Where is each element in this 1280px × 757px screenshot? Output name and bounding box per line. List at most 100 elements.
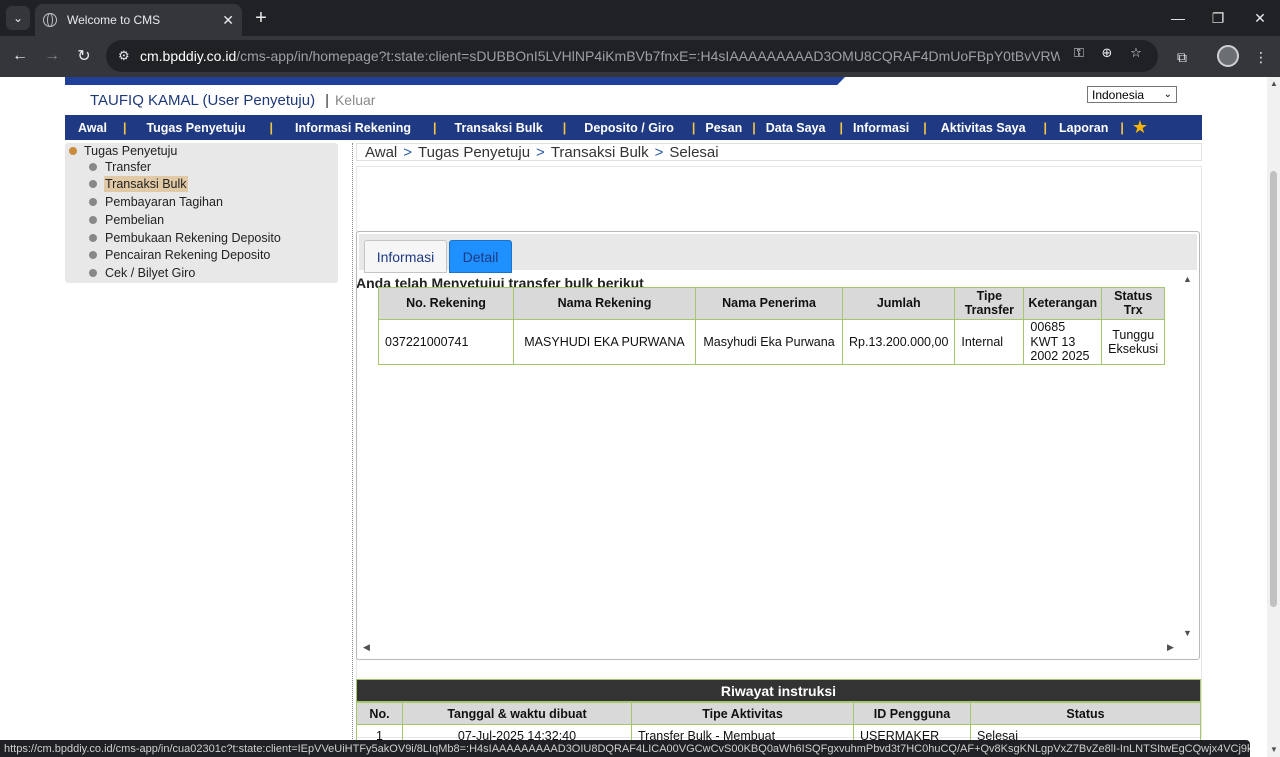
tab-title: Welcome to CMS: [67, 13, 161, 27]
site-info-icon[interactable]: ⚙: [118, 48, 138, 64]
tab-detail[interactable]: Detail: [449, 240, 512, 273]
bookmark-star-icon[interactable]: ☆: [1127, 44, 1145, 62]
tab-informasi[interactable]: Informasi: [364, 240, 447, 273]
forward-arrow-icon[interactable]: →: [40, 44, 64, 68]
profile-avatar[interactable]: [1217, 45, 1239, 67]
zoom-icon[interactable]: ⊕: [1098, 44, 1116, 62]
breadcrumb-separator: >: [654, 143, 664, 161]
column-header: Keterangan: [1023, 287, 1103, 320]
nav-item-aktivitas-saya[interactable]: Aktivitas Saya: [933, 121, 1038, 135]
sidebar-root-label: Tugas Penyetuju: [84, 144, 178, 158]
key-icon[interactable]: ⚿: [1070, 44, 1088, 62]
extensions-icon[interactable]: ⧉: [1171, 46, 1193, 68]
detail-horizontal-scrollbar[interactable]: ◀ ▶: [359, 640, 1179, 654]
tab-search-button[interactable]: ⌄: [6, 6, 30, 30]
browser-tab-active[interactable]: Welcome to CMS ✕: [35, 4, 242, 36]
language-select[interactable]: Indonesia ⌄: [1087, 86, 1177, 103]
scroll-left-icon[interactable]: ◀: [363, 642, 370, 653]
breadcrumb-separator: >: [536, 143, 545, 161]
nav-separator: |: [752, 120, 756, 135]
nav-separator: |: [122, 120, 127, 135]
menu-kebab-icon[interactable]: ⋮: [1250, 46, 1272, 68]
bullet-icon: [89, 269, 97, 277]
scroll-up-icon[interactable]: ▲: [1183, 274, 1192, 284]
column-header: Status: [970, 702, 1201, 725]
column-header: Nama Penerima: [695, 287, 843, 320]
cell-id-pengguna: USERMAKER: [853, 724, 971, 740]
star-icon[interactable]: ★: [1132, 117, 1148, 138]
sidebar-item-label: Pembelian: [105, 213, 165, 227]
reload-icon[interactable]: ↻: [72, 44, 96, 68]
column-header: Tipe Aktivitas: [631, 702, 854, 725]
breadcrumb-item-current: Selesai: [669, 143, 719, 161]
new-tab-button[interactable]: +: [250, 6, 272, 30]
scroll-up-icon[interactable]: ▲: [1270, 79, 1278, 88]
cell-tanggal: 07-Jul-2025 14:32:40: [402, 724, 632, 740]
breadcrumb-item[interactable]: Tugas Penyetuju: [418, 144, 530, 161]
nav-separator: |: [1120, 120, 1124, 135]
cell-status-trx: Tunggu Eksekusi: [1101, 319, 1166, 365]
table-row: 037221000741 MASYHUDI EKA PURWANA Masyhu…: [378, 319, 1166, 365]
nav-item-informasi[interactable]: Informasi: [849, 121, 917, 135]
nav-separator: |: [839, 120, 844, 135]
breadcrumb-separator: >: [403, 143, 413, 161]
sidebar-item-pembelian[interactable]: Pembelian: [89, 212, 165, 228]
sidebar: Tugas Penyetuju Transfer Transaksi Bulk …: [65, 143, 338, 283]
address-bar[interactable]: ⚙ cm.bpddiy.co.id/cms-app/in/homepage?t:…: [106, 40, 1158, 72]
sidebar-item-pembukaan-rekening-deposito[interactable]: Pembukaan Rekening Deposito: [89, 230, 282, 246]
close-window-button[interactable]: ✕: [1240, 0, 1280, 36]
nav-item-tugas-penyetuju[interactable]: Tugas Penyetuju: [132, 121, 263, 135]
scrollbar-thumb[interactable]: [1270, 171, 1277, 607]
nav-item-deposito-giro[interactable]: Deposito / Giro: [572, 121, 686, 135]
nav-item-laporan[interactable]: Laporan: [1053, 121, 1114, 135]
page-vertical-scrollbar[interactable]: ▲ ▼: [1267, 77, 1280, 757]
sidebar-item-transaksi-bulk[interactable]: Transaksi Bulk: [89, 176, 188, 192]
nav-item-data-saya[interactable]: Data Saya: [762, 121, 834, 135]
column-header: Tipe Transfer: [954, 287, 1025, 320]
cell-no-rekening: 037221000741: [378, 319, 514, 365]
nav-item-informasi-rekening[interactable]: Informasi Rekening: [279, 121, 427, 135]
nav-item-pesan[interactable]: Pesan: [701, 121, 746, 135]
sidebar-item-pencairan-rekening-deposito[interactable]: Pencairan Rekening Deposito: [89, 247, 271, 263]
breadcrumb-item[interactable]: Awal: [365, 144, 397, 161]
scroll-right-icon[interactable]: ▶: [1167, 642, 1174, 653]
bullet-icon: [89, 180, 97, 188]
column-header: Nama Rekening: [513, 287, 696, 320]
sidebar-root[interactable]: Tugas Penyetuju: [69, 144, 177, 158]
logout-link[interactable]: Keluar: [335, 92, 375, 108]
status-bar-url: https://cm.bpddiy.co.id/cms-app/in/cua02…: [0, 740, 1250, 757]
detail-vertical-scrollbar[interactable]: ▲ ▼: [1181, 274, 1193, 640]
breadcrumb: Awal > Tugas Penyetuju > Transaksi Bulk …: [356, 143, 1202, 161]
bullet-icon: [89, 216, 97, 224]
minimize-button[interactable]: —: [1158, 0, 1198, 36]
cell-no: 1: [356, 724, 403, 740]
sidebar-item-label: Pembukaan Rekening Deposito: [105, 231, 281, 245]
scroll-down-icon[interactable]: ▼: [1183, 628, 1192, 638]
back-arrow-icon[interactable]: ←: [8, 44, 32, 68]
user-info: TAUFIQ KAMAL (User Penyetuju) | Keluar: [90, 92, 375, 109]
sidebar-item-cek-bilyet-giro[interactable]: Cek / Bilyet Giro: [89, 265, 196, 281]
cell-jumlah: Rp.13.200.000,00: [841, 319, 956, 365]
breadcrumb-item[interactable]: Transaksi Bulk: [551, 144, 649, 161]
sidebar-item-transfer[interactable]: Transfer: [89, 159, 152, 175]
user-name: TAUFIQ KAMAL (User Penyetuju): [90, 92, 316, 109]
column-header: Jumlah: [841, 287, 956, 320]
scroll-down-icon[interactable]: ▼: [1270, 745, 1278, 754]
chevron-down-icon: ⌄: [1163, 89, 1172, 100]
nav-item-awal[interactable]: Awal: [65, 121, 117, 135]
user-separator: |: [325, 92, 329, 109]
cell-tipe-transfer: Internal: [954, 319, 1025, 365]
globe-icon: [43, 13, 57, 27]
nav-item-transaksi-bulk[interactable]: Transaksi Bulk: [443, 121, 557, 135]
column-header: No.: [356, 702, 403, 725]
main-nav: Awal | Tugas Penyetuju | Informasi Reken…: [65, 115, 1202, 140]
history-table: No. Tanggal & waktu dibuat Tipe Aktivita…: [356, 702, 1201, 740]
restore-button[interactable]: ❐: [1198, 0, 1238, 36]
bullet-icon: [89, 163, 97, 171]
history-title: Riwayat instruksi: [356, 679, 1201, 702]
sidebar-item-pembayaran-tagihan[interactable]: Pembayaran Tagihan: [89, 194, 224, 210]
close-tab-icon[interactable]: ✕: [222, 12, 234, 29]
tabs-panel: Informasi Detail No. Rekening Nama Reken…: [356, 231, 1200, 660]
bullet-icon: [89, 251, 97, 259]
column-header: ID Pengguna: [853, 702, 971, 725]
